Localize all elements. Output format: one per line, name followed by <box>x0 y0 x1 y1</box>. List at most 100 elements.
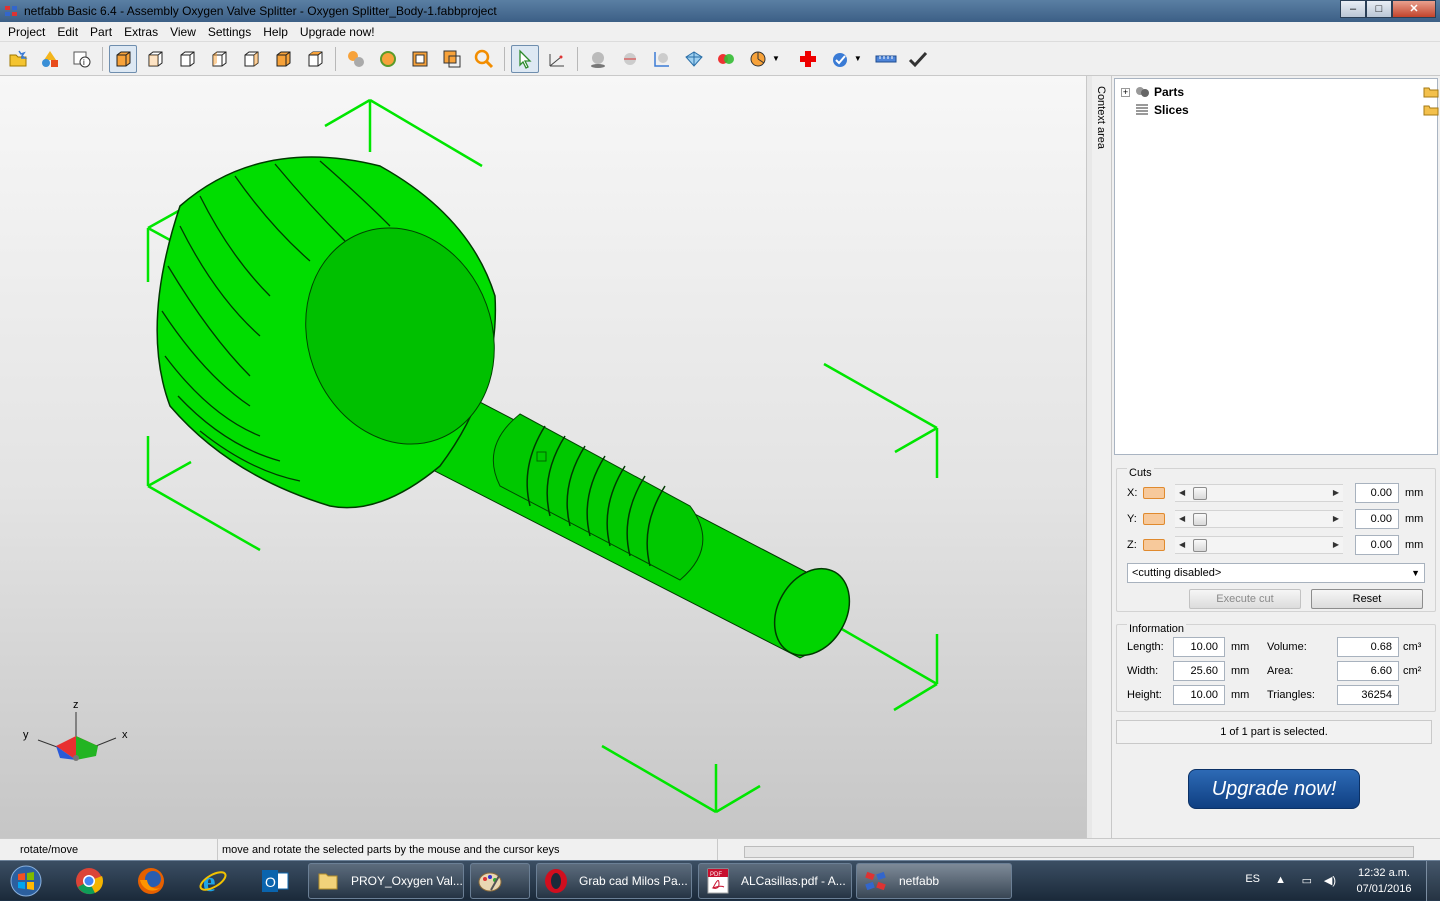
maximize-button[interactable]: □ <box>1366 0 1392 18</box>
cut-value-y[interactable]: 0.00 <box>1355 509 1399 529</box>
view-back-icon[interactable] <box>173 45 201 73</box>
slices-icon <box>1136 104 1148 115</box>
menu-part[interactable]: Part <box>84 22 118 42</box>
task-label: netfabb <box>899 874 940 888</box>
firefox-icon[interactable] <box>124 863 178 899</box>
close-button[interactable]: ✕ <box>1392 0 1436 18</box>
expand-icon[interactable]: + <box>1121 87 1130 97</box>
part-info-icon[interactable]: i <box>68 45 96 73</box>
language-indicator[interactable]: ES <box>1245 873 1260 885</box>
valve-splitter-body[interactable] <box>156 156 864 669</box>
show-hidden-icons-icon[interactable]: ▲ <box>1275 874 1286 886</box>
repair-cross-icon[interactable] <box>794 45 822 73</box>
menu-project[interactable]: Project <box>2 22 51 42</box>
box-view-icon[interactable] <box>438 45 466 73</box>
add-part-icon[interactable] <box>36 45 64 73</box>
parts-icon <box>1136 87 1149 97</box>
view-bottom-icon[interactable] <box>301 45 329 73</box>
view-top-icon[interactable] <box>269 45 297 73</box>
measure-icon[interactable] <box>543 45 571 73</box>
tree-item-parts[interactable]: + Parts <box>1121 83 1439 101</box>
chrome-icon[interactable] <box>62 863 116 899</box>
open-folder-icon[interactable] <box>1423 104 1439 116</box>
dropdown-arrow-icon[interactable]: ▼ <box>772 54 780 63</box>
cut-row-x: X: ◀ ▶ 0.00 mm <box>1127 483 1437 503</box>
cut-slider-x[interactable]: ◀ ▶ <box>1175 484 1343 502</box>
menu-view[interactable]: View <box>164 22 202 42</box>
cut-value-z[interactable]: 0.00 <box>1355 535 1399 555</box>
wireframe-icon[interactable] <box>406 45 434 73</box>
network-icon[interactable]: ▭ <box>1302 874 1312 887</box>
menu-help[interactable]: Help <box>257 22 294 42</box>
context-area-label: Context area <box>1095 86 1107 149</box>
view-left-icon[interactable] <box>205 45 233 73</box>
3d-viewport[interactable]: z y x <box>0 76 1086 838</box>
view-front-icon[interactable] <box>141 45 169 73</box>
context-area-tab[interactable]: Context area <box>1092 76 1112 838</box>
upgrade-now-button[interactable]: Upgrade now! <box>1188 769 1360 809</box>
zoom-icon[interactable] <box>470 45 498 73</box>
sphere-icon[interactable] <box>584 45 612 73</box>
cut-plane-color-z[interactable] <box>1143 539 1165 551</box>
cuts-title: Cuts <box>1127 467 1154 479</box>
tree-item-slices[interactable]: Slices <box>1121 101 1439 119</box>
open-folder-icon[interactable] <box>1423 86 1439 98</box>
shading-icon[interactable] <box>342 45 370 73</box>
dropdown-arrow-icon[interactable]: ▼ <box>854 54 862 63</box>
cut-axis-label: Z: <box>1127 539 1137 551</box>
minimize-button[interactable]: ‒ <box>1340 0 1366 18</box>
toolbar-separator <box>504 46 505 71</box>
area-value: 6.60 <box>1337 661 1399 681</box>
menu-settings[interactable]: Settings <box>202 22 257 42</box>
start-button[interactable] <box>4 862 48 900</box>
sphere-cut-icon[interactable] <box>616 45 644 73</box>
show-desktop-button[interactable] <box>1426 861 1440 901</box>
svg-text:i: i <box>83 58 85 67</box>
menu-upgrade[interactable]: Upgrade now! <box>294 22 381 42</box>
height-value: 10.00 <box>1173 685 1225 705</box>
ruler-icon[interactable] <box>872 45 900 73</box>
analysis-icon[interactable] <box>826 45 854 73</box>
model-canvas[interactable]: z y x <box>0 76 1086 838</box>
cut-slider-y[interactable]: ◀ ▶ <box>1175 510 1343 528</box>
selection-status: 1 of 1 part is selected. <box>1116 720 1432 744</box>
menu-edit[interactable]: Edit <box>51 22 84 42</box>
cutting-mode-select[interactable]: <cutting disabled> ▼ <box>1127 563 1425 583</box>
taskbar-item-paint[interactable] <box>470 863 530 899</box>
status-bar: rotate/move move and rotate the selected… <box>0 838 1440 861</box>
select-arrow-icon[interactable] <box>511 44 539 73</box>
menu-extras[interactable]: Extras <box>118 22 164 42</box>
cut-plane-color-x[interactable] <box>1143 487 1165 499</box>
taskbar-item-pdf[interactable]: PDF ALCasillas.pdf - A... <box>698 863 852 899</box>
taskbar-item-folder[interactable]: PROY_Oxygen Val... <box>308 863 464 899</box>
boolean-icon[interactable] <box>712 45 740 73</box>
volume-label: Volume: <box>1267 641 1307 653</box>
view-default-icon[interactable] <box>109 44 137 73</box>
slider-thumb[interactable] <box>1193 487 1207 500</box>
toolbar-separator <box>335 46 336 71</box>
outlook-icon[interactable]: O <box>248 863 302 899</box>
reset-button[interactable]: Reset <box>1311 589 1423 609</box>
slider-thumb[interactable] <box>1193 539 1207 552</box>
view-right-icon[interactable] <box>237 45 265 73</box>
length-unit: mm <box>1231 641 1250 653</box>
mesh-icon[interactable] <box>680 45 708 73</box>
clock[interactable]: 12:32 a.m. 07/01/2016 <box>1354 865 1414 897</box>
tree-label-slices: Slices <box>1154 103 1189 117</box>
cut-slider-z[interactable]: ◀ ▶ <box>1175 536 1343 554</box>
internet-explorer-icon[interactable]: e <box>186 863 240 899</box>
slider-thumb[interactable] <box>1193 513 1207 526</box>
cut-value-x[interactable]: 0.00 <box>1355 483 1399 503</box>
cut-plane-color-y[interactable] <box>1143 513 1165 525</box>
task-label: PROY_Oxygen Val... <box>351 874 463 888</box>
texture-icon[interactable] <box>374 45 402 73</box>
execute-cut-button[interactable]: Execute cut <box>1189 589 1301 609</box>
scale-icon[interactable] <box>648 45 676 73</box>
taskbar-item-opera[interactable]: Grab cad Milos Pa... <box>536 863 692 899</box>
taskbar-item-netfabb[interactable]: netfabb <box>856 863 1012 899</box>
volume-icon[interactable]: ◀) <box>1324 874 1336 887</box>
new-project-icon[interactable] <box>4 45 32 73</box>
pie-chart-icon[interactable] <box>744 45 772 73</box>
axis-label-x: x <box>122 729 128 741</box>
checkmark-icon[interactable] <box>904 45 932 73</box>
